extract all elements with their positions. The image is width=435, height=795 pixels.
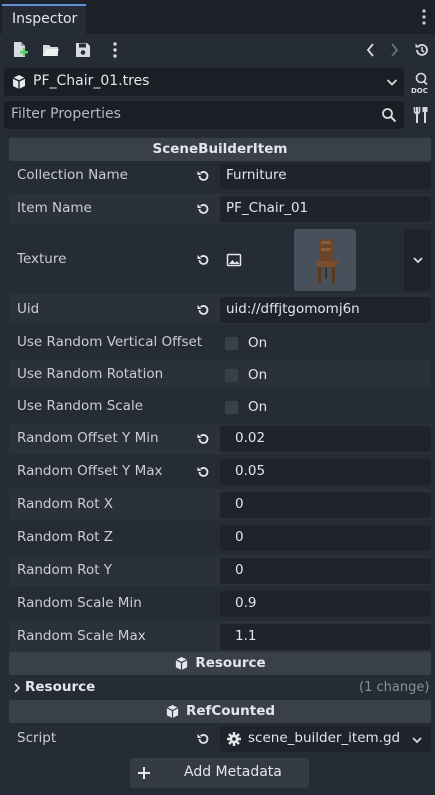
chair-thumbnail-icon [316, 239, 338, 283]
svg-text:DOC: DOC [411, 87, 428, 95]
save-icon[interactable] [74, 41, 92, 59]
chevron-right-icon[interactable] [12, 681, 22, 695]
use-random-scale-checkbox[interactable] [225, 401, 238, 414]
use-random-scale-value: On [248, 399, 268, 415]
texture-dropdown-chevron-icon [410, 252, 426, 268]
section-resource-title: Resource [195, 655, 266, 671]
item-name-label: Item Name [17, 200, 92, 216]
random-scale-max-label: Random Scale Max [17, 628, 146, 644]
use-random-rotation-toggle[interactable]: On [220, 362, 431, 388]
add-metadata-button[interactable]: Add Metadata [130, 758, 309, 788]
tools-icon[interactable] [413, 106, 429, 124]
image-texture-icon [226, 252, 242, 268]
use-random-scale-label: Use Random Scale [17, 398, 144, 414]
script-field[interactable]: scene_builder_item.gd [220, 726, 431, 752]
random-scale-min-label: Random Scale Min [17, 595, 142, 611]
use-random-scale-toggle[interactable]: On [220, 394, 431, 420]
section-scenebuilderitem: SceneBuilderItem [9, 138, 431, 161]
use-random-vertical-offset-toggle[interactable]: On [220, 330, 431, 356]
texture-label: Texture [17, 251, 67, 267]
refcounted-section-cube-icon [165, 704, 180, 719]
random-rot-x-label: Random Rot X [17, 496, 114, 512]
revert-icon[interactable] [195, 168, 211, 184]
section-refcounted-title: RefCounted [185, 703, 276, 719]
texture-preview[interactable] [294, 229, 356, 291]
section-resource: Resource [9, 652, 431, 675]
collection-name-field[interactable]: Furniture [220, 163, 431, 189]
resource-group-label: Resource [25, 679, 96, 695]
texture-dropdown-button[interactable] [404, 229, 431, 291]
random-offset-y-max-value: 0.05 [235, 463, 266, 479]
revert-icon[interactable] [195, 252, 211, 268]
random-offset-y-max-field[interactable]: 0.05 [220, 459, 431, 485]
random-offset-y-max-label: Random Offset Y Max [17, 463, 163, 479]
object-history-icon[interactable] [413, 41, 431, 59]
script-value: scene_builder_item.gd [248, 730, 401, 746]
use-random-rotation-checkbox[interactable] [225, 369, 238, 382]
item-name-value: PF_Chair_01 [226, 200, 309, 216]
history-forward-icon[interactable] [385, 41, 403, 59]
tab-menu-icon[interactable] [421, 8, 427, 26]
random-rot-y-field[interactable]: 0 [220, 558, 431, 584]
uid-label: Uid [17, 301, 40, 317]
uid-value: uid://dffjtgomomj6n [226, 301, 360, 317]
tab-inspector-label: Inspector [12, 11, 78, 27]
random-offset-y-min-label: Random Offset Y Min [17, 430, 159, 446]
random-scale-min-field[interactable]: 0.9 [220, 591, 431, 617]
search-icon [381, 107, 397, 123]
random-scale-max-field[interactable]: 1.1 [220, 624, 431, 650]
random-rot-z-label: Random Rot Z [17, 529, 114, 545]
section-refcounted: RefCounted [9, 700, 431, 723]
random-rot-z-field[interactable]: 0 [220, 525, 431, 551]
revert-icon[interactable] [195, 431, 211, 447]
random-rot-x-field[interactable]: 0 [220, 492, 431, 518]
history-back-icon[interactable] [362, 41, 380, 59]
collection-name-label: Collection Name [17, 167, 128, 183]
documentation-icon[interactable]: DOC [410, 71, 432, 95]
use-random-vertical-offset-label: Use Random Vertical Offset [17, 334, 203, 350]
random-scale-max-value: 1.1 [235, 628, 257, 644]
use-random-vertical-offset-checkbox[interactable] [225, 337, 238, 350]
random-rot-y-label: Random Rot Y [17, 562, 113, 578]
add-metadata-label: Add Metadata [184, 764, 282, 780]
script-label: Script [17, 730, 57, 746]
script-dropdown-chevron-icon[interactable] [409, 732, 425, 748]
plus-icon [136, 765, 152, 781]
uid-field[interactable]: uid://dffjtgomomj6n [220, 297, 431, 323]
random-scale-min-value: 0.9 [235, 595, 257, 611]
item-name-field[interactable]: PF_Chair_01 [220, 196, 431, 222]
use-random-rotation-label: Use Random Rotation [17, 366, 164, 382]
more-vertical-icon[interactable] [106, 41, 124, 59]
tab-inspector[interactable]: Inspector [2, 4, 86, 34]
random-offset-y-min-value: 0.02 [235, 430, 266, 446]
resource-cube-icon [11, 74, 27, 90]
resource-section-cube-icon [174, 656, 189, 671]
random-rot-z-value: 0 [235, 529, 244, 545]
section-scenebuilderitem-title: SceneBuilderItem [152, 141, 288, 157]
revert-icon[interactable] [195, 302, 211, 318]
gear-icon [226, 731, 242, 747]
use-random-rotation-value: On [248, 367, 268, 383]
random-offset-y-min-field[interactable]: 0.02 [220, 426, 431, 452]
random-rot-x-value: 0 [235, 496, 244, 512]
filter-placeholder: Filter Properties [11, 106, 121, 122]
open-folder-icon[interactable] [42, 41, 60, 59]
revert-icon[interactable] [195, 464, 211, 480]
revert-icon[interactable] [195, 201, 211, 217]
use-random-vertical-offset-value: On [248, 335, 268, 351]
new-resource-icon[interactable] [11, 41, 29, 59]
collection-name-value: Furniture [226, 167, 287, 183]
random-rot-y-value: 0 [235, 562, 244, 578]
resource-dropdown-chevron-icon[interactable] [384, 74, 400, 90]
resource-name: PF_Chair_01.tres [33, 73, 150, 89]
property-row-texture [9, 226, 431, 292]
resource-group-changes: (1 change) [359, 680, 430, 695]
revert-icon[interactable] [195, 731, 211, 747]
